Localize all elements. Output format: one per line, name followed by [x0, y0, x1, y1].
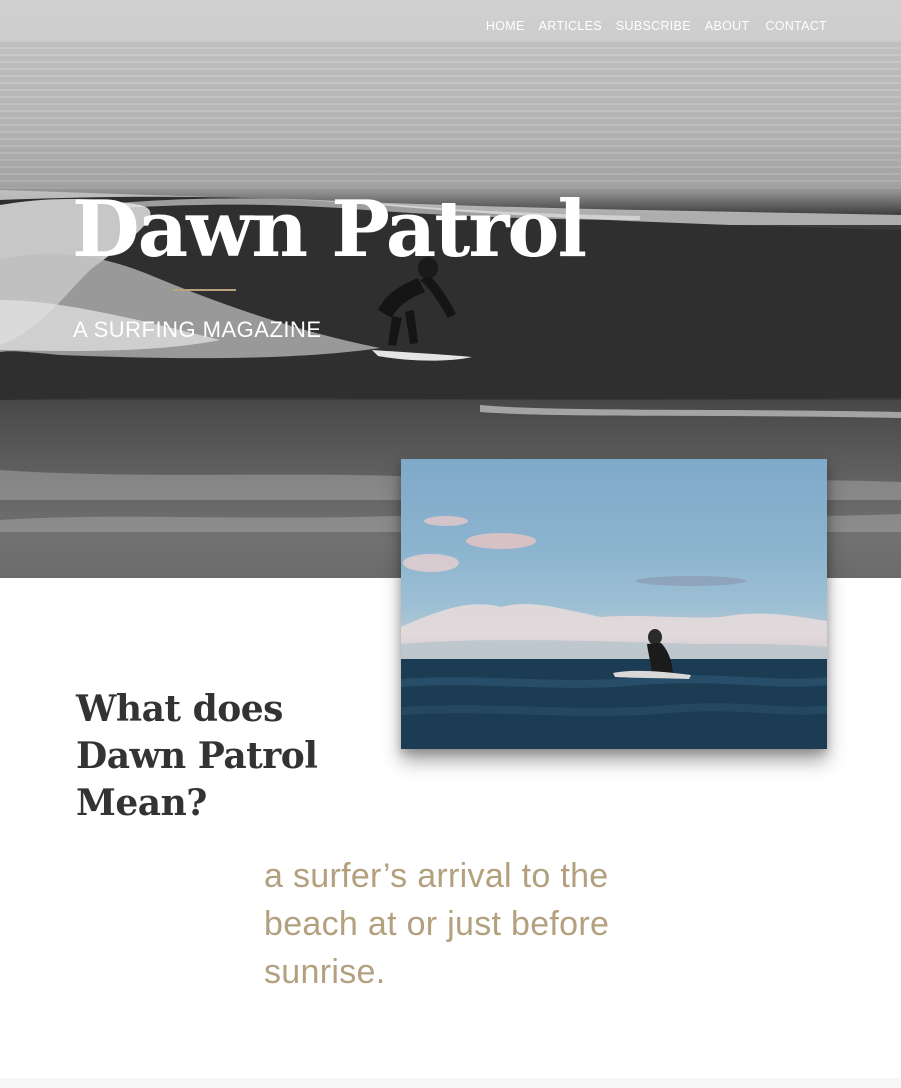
site-tagline: A SURFING MAGAZINE	[73, 317, 322, 342]
title-divider	[173, 289, 236, 291]
dawn-patrol-definition: a surfer’s arrival to the beach at or ju…	[264, 857, 610, 991]
feature-image-art	[401, 516, 827, 749]
nav-about[interactable]: ABOUT	[698, 17, 757, 35]
site-title: Dawn Patrol	[72, 184, 587, 275]
nav-articles[interactable]: ARTICLES	[532, 17, 609, 35]
nav-home[interactable]: HOME	[479, 17, 532, 35]
main-nav: HOME ARTICLES SUBSCRIBE ABOUT CONTACT	[479, 17, 827, 35]
section-heading: What does Dawn Patrol Mean?	[76, 688, 318, 824]
footer-edge	[0, 1078, 901, 1088]
nav-subscribe[interactable]: SUBSCRIBE	[609, 17, 698, 35]
nav-contact[interactable]: CONTACT	[756, 17, 827, 35]
feature-image	[401, 459, 827, 749]
